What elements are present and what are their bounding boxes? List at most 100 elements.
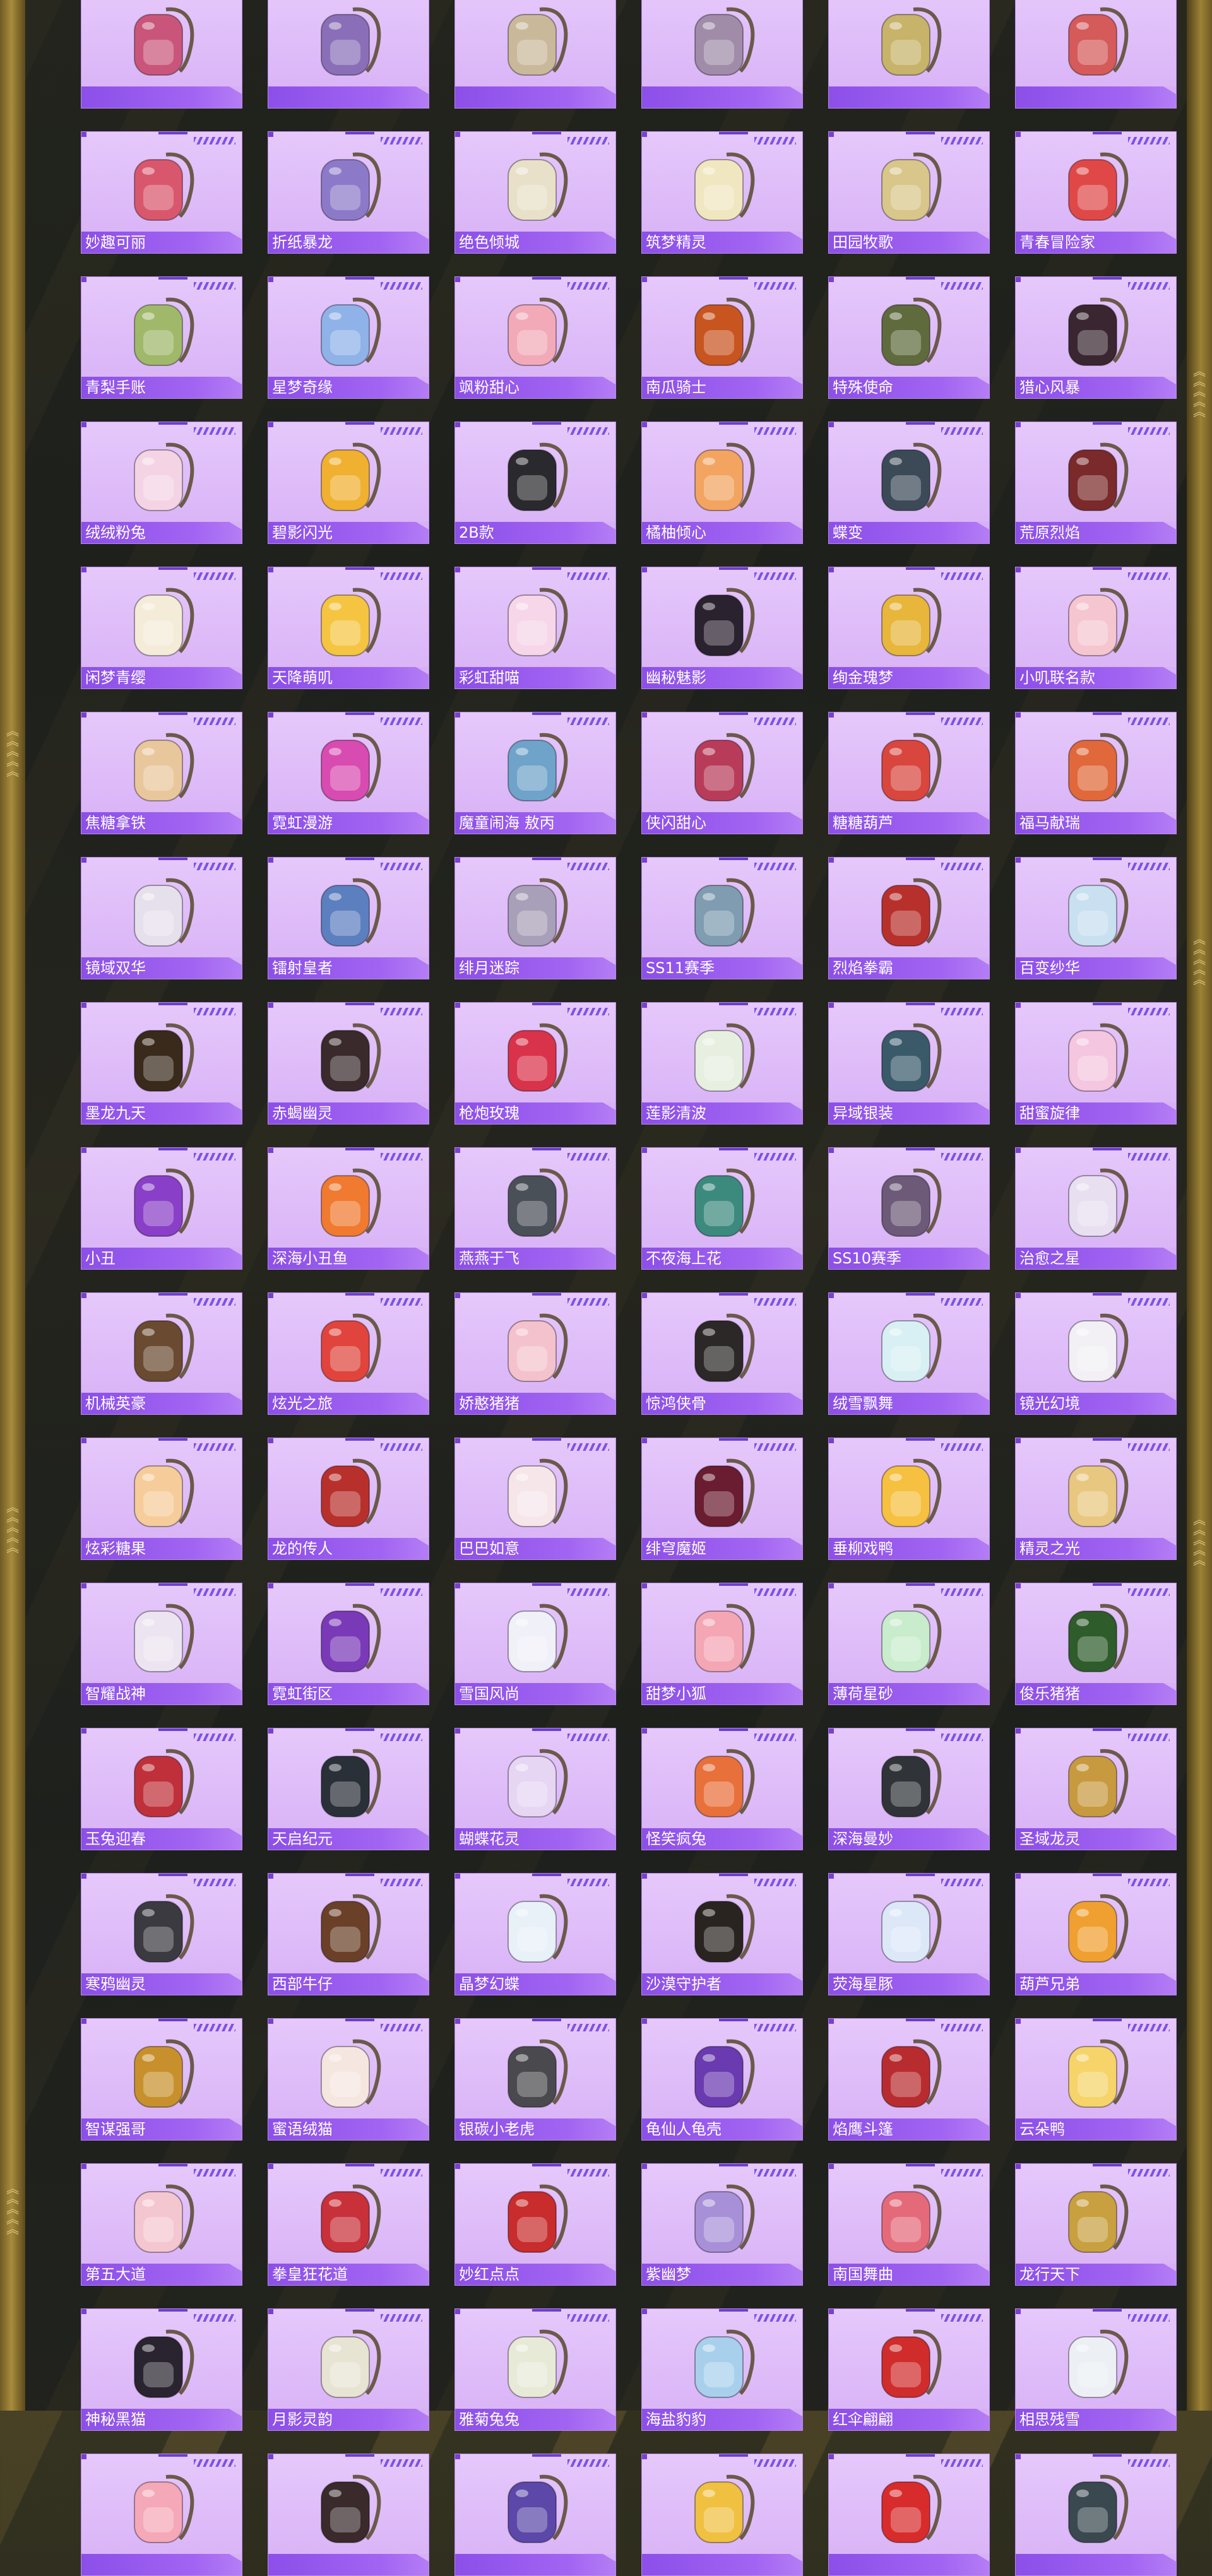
- backpack-card[interactable]: 相思残雪: [1015, 2308, 1177, 2431]
- backpack-card[interactable]: [268, 0, 429, 109]
- backpack-card[interactable]: 碧影闪光: [268, 422, 429, 544]
- backpack-card[interactable]: 蜜语绒猫: [268, 2018, 429, 2141]
- backpack-card[interactable]: 小丑: [81, 1147, 242, 1270]
- backpack-card[interactable]: 不夜海上花: [641, 1147, 803, 1270]
- backpack-card[interactable]: [268, 2454, 429, 2576]
- backpack-card[interactable]: 葫芦兄弟: [1015, 1873, 1177, 1995]
- backpack-card[interactable]: 镭射皇者: [268, 857, 429, 979]
- backpack-card[interactable]: 紫幽梦: [641, 2163, 803, 2286]
- backpack-card[interactable]: 异域银装: [828, 1002, 990, 1125]
- backpack-card[interactable]: [81, 0, 242, 109]
- backpack-card[interactable]: 妙红点点: [454, 2163, 616, 2286]
- backpack-card[interactable]: 银碳小老虎: [454, 2018, 616, 2141]
- backpack-card[interactable]: 俊乐猪猪: [1015, 1583, 1177, 1705]
- backpack-card[interactable]: 蝴蝶花灵: [454, 1728, 616, 1850]
- backpack-card[interactable]: 月影灵韵: [268, 2308, 429, 2431]
- backpack-card[interactable]: 焦糖拿铁: [81, 712, 242, 834]
- backpack-card[interactable]: 蝶变: [828, 422, 990, 544]
- backpack-card[interactable]: 甜梦小狐: [641, 1583, 803, 1705]
- backpack-card[interactable]: 莲影清波: [641, 1002, 803, 1125]
- backpack-card[interactable]: 第五大道: [81, 2163, 242, 2286]
- backpack-card[interactable]: 霓虹漫游: [268, 712, 429, 834]
- backpack-card[interactable]: 绝色倾城: [454, 131, 616, 254]
- backpack-card[interactable]: 镜光幻境: [1015, 1292, 1177, 1415]
- backpack-card[interactable]: 南瓜骑士: [641, 276, 803, 399]
- backpack-card[interactable]: 龟仙人龟壳: [641, 2018, 803, 2141]
- backpack-card[interactable]: 百变纱华: [1015, 857, 1177, 979]
- backpack-card[interactable]: 星梦奇缘: [268, 276, 429, 399]
- backpack-card[interactable]: 深海小丑鱼: [268, 1147, 429, 1270]
- backpack-card[interactable]: 闲梦青缨: [81, 567, 242, 689]
- backpack-card[interactable]: [1015, 2454, 1177, 2576]
- backpack-card[interactable]: 拳皇狂花道: [268, 2163, 429, 2286]
- backpack-card[interactable]: [81, 2454, 242, 2576]
- backpack-card[interactable]: 炫光之旅: [268, 1292, 429, 1415]
- backpack-card[interactable]: 沙漠守护者: [641, 1873, 803, 1995]
- backpack-card[interactable]: 荧海星豚: [828, 1873, 990, 1995]
- backpack-card[interactable]: 晶梦幻蝶: [454, 1873, 616, 1995]
- backpack-card[interactable]: 圣域龙灵: [1015, 1728, 1177, 1850]
- backpack-card[interactable]: 西部牛仔: [268, 1873, 429, 1995]
- backpack-card[interactable]: 飒粉甜心: [454, 276, 616, 399]
- backpack-card[interactable]: 彩虹甜喵: [454, 567, 616, 689]
- backpack-card[interactable]: 龙的传人: [268, 1438, 429, 1560]
- backpack-card[interactable]: 折纸暴龙: [268, 131, 429, 254]
- backpack-card[interactable]: 幽秘魅影: [641, 567, 803, 689]
- backpack-card[interactable]: [828, 0, 990, 109]
- backpack-card[interactable]: 玉兔迎春: [81, 1728, 242, 1850]
- backpack-card[interactable]: 妙趣可丽: [81, 131, 242, 254]
- backpack-card[interactable]: 雪国风尚: [454, 1583, 616, 1705]
- backpack-card[interactable]: 猎心风暴: [1015, 276, 1177, 399]
- backpack-card[interactable]: 糖糖葫芦: [828, 712, 990, 834]
- backpack-card[interactable]: 小叽联名款: [1015, 567, 1177, 689]
- backpack-card[interactable]: 侠闪甜心: [641, 712, 803, 834]
- backpack-card[interactable]: 南国舞曲: [828, 2163, 990, 2286]
- backpack-card[interactable]: 智谋强哥: [81, 2018, 242, 2141]
- backpack-card[interactable]: 机械英豪: [81, 1292, 242, 1415]
- backpack-card[interactable]: SS10赛季: [828, 1147, 990, 1270]
- backpack-card[interactable]: 红伞翩翩: [828, 2308, 990, 2431]
- backpack-card[interactable]: 2B款: [454, 422, 616, 544]
- backpack-card[interactable]: 海盐豹豹: [641, 2308, 803, 2431]
- backpack-card[interactable]: 赤蝎幽灵: [268, 1002, 429, 1125]
- backpack-card[interactable]: 薄荷星砂: [828, 1583, 990, 1705]
- backpack-card[interactable]: 橘柚倾心: [641, 422, 803, 544]
- backpack-card[interactable]: 垂柳戏鸭: [828, 1438, 990, 1560]
- backpack-card[interactable]: 雅菊兔兔: [454, 2308, 616, 2431]
- backpack-card[interactable]: 绒绒粉兔: [81, 422, 242, 544]
- backpack-card[interactable]: 智耀战神: [81, 1583, 242, 1705]
- backpack-card[interactable]: 青梨手账: [81, 276, 242, 399]
- backpack-card[interactable]: 绒雪飘舞: [828, 1292, 990, 1415]
- backpack-card[interactable]: 深海曼妙: [828, 1728, 990, 1850]
- backpack-card[interactable]: 魔童闹海 敖丙: [454, 712, 616, 834]
- backpack-card[interactable]: 特殊使命: [828, 276, 990, 399]
- backpack-card[interactable]: [641, 0, 803, 109]
- backpack-card[interactable]: 巴巴如意: [454, 1438, 616, 1560]
- backpack-card[interactable]: 烈焰拳霸: [828, 857, 990, 979]
- backpack-card[interactable]: 天启纪元: [268, 1728, 429, 1850]
- backpack-card[interactable]: 神秘黑猫: [81, 2308, 242, 2431]
- backpack-card[interactable]: [454, 2454, 616, 2576]
- backpack-card[interactable]: 娇憨猪猪: [454, 1292, 616, 1415]
- backpack-card[interactable]: 福马献瑞: [1015, 712, 1177, 834]
- backpack-card[interactable]: 治愈之星: [1015, 1147, 1177, 1270]
- backpack-card[interactable]: 霓虹街区: [268, 1583, 429, 1705]
- backpack-card[interactable]: SS11赛季: [641, 857, 803, 979]
- backpack-card[interactable]: 甜蜜旋律: [1015, 1002, 1177, 1125]
- backpack-card[interactable]: 绯月迷踪: [454, 857, 616, 979]
- backpack-card[interactable]: 炫彩糖果: [81, 1438, 242, 1560]
- backpack-card[interactable]: 镜域双华: [81, 857, 242, 979]
- backpack-card[interactable]: 龙行天下: [1015, 2163, 1177, 2286]
- backpack-card[interactable]: 云朵鸭: [1015, 2018, 1177, 2141]
- backpack-card[interactable]: 青春冒险家: [1015, 131, 1177, 254]
- backpack-card[interactable]: [1015, 0, 1177, 109]
- backpack-card[interactable]: 墨龙九天: [81, 1002, 242, 1125]
- backpack-card[interactable]: 焰鹰斗篷: [828, 2018, 990, 2141]
- backpack-card[interactable]: 绚金瑰梦: [828, 567, 990, 689]
- backpack-card[interactable]: 寒鸦幽灵: [81, 1873, 242, 1995]
- backpack-card[interactable]: 精灵之光: [1015, 1438, 1177, 1560]
- backpack-card[interactable]: [828, 2454, 990, 2576]
- backpack-card[interactable]: 惊鸿侠骨: [641, 1292, 803, 1415]
- backpack-card[interactable]: 田园牧歌: [828, 131, 990, 254]
- backpack-card[interactable]: 燕燕于飞: [454, 1147, 616, 1270]
